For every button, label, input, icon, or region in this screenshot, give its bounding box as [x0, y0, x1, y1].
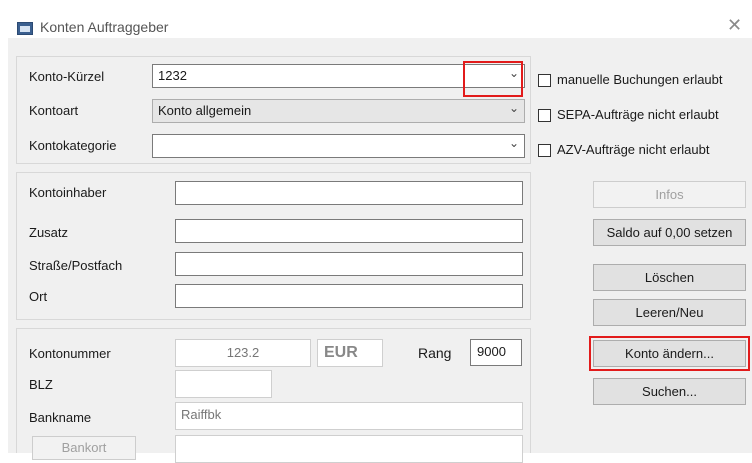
- zusatz-label: Zusatz: [29, 225, 69, 240]
- rang-value: 9000: [477, 344, 506, 359]
- strasse-input[interactable]: [175, 252, 523, 276]
- bankort-button[interactable]: Bankort: [32, 436, 136, 460]
- chevron-down-icon[interactable]: ⌄: [509, 101, 519, 115]
- bankort-input[interactable]: [175, 435, 523, 463]
- change-account-highlight: [589, 336, 750, 371]
- search-button[interactable]: Suchen...: [593, 378, 746, 405]
- clear-new-button[interactable]: Leeren/Neu: [593, 299, 746, 326]
- clear-new-button-label: Leeren/Neu: [635, 305, 704, 320]
- sepa-label: SEPA-Aufträge nicht erlaubt: [557, 107, 719, 122]
- ort-input[interactable]: [175, 284, 523, 308]
- rang-input[interactable]: 9000: [470, 339, 522, 366]
- strasse-label: Straße/Postfach: [29, 258, 123, 273]
- azv-checkbox[interactable]: [538, 144, 551, 157]
- kontoinhaber-label: Kontoinhaber: [29, 185, 107, 200]
- manual-bookings-checkbox[interactable]: [538, 74, 551, 87]
- infos-button[interactable]: Infos: [593, 181, 746, 208]
- kontoart-value: Konto allgemein: [158, 103, 252, 118]
- kontokategorie-combo[interactable]: ⌄: [152, 134, 525, 158]
- kontoart-label: Kontoart: [29, 103, 79, 118]
- kontonummer-label: Kontonummer: [29, 346, 111, 361]
- delete-button-label: Löschen: [644, 270, 695, 285]
- infos-button-label: Infos: [655, 187, 684, 202]
- saldo-reset-button-label: Saldo auf 0,00 setzen: [606, 225, 733, 240]
- konto-kuerzel-value: 1232: [158, 68, 187, 83]
- saldo-reset-button[interactable]: Saldo auf 0,00 setzen: [593, 219, 746, 246]
- manual-bookings-label: manuelle Buchungen erlaubt: [557, 72, 723, 87]
- kontoart-combo[interactable]: Konto allgemein ⌄: [152, 99, 525, 123]
- zusatz-input[interactable]: [175, 219, 523, 243]
- kontokategorie-label: Kontokategorie: [29, 138, 117, 153]
- konto-kuerzel-label: Konto-Kürzel: [29, 69, 105, 84]
- ort-label: Ort: [29, 289, 48, 304]
- kontonummer-value: 123.2: [226, 345, 260, 360]
- rang-label: Rang: [418, 345, 452, 361]
- currency-field: EUR: [317, 339, 383, 367]
- window-title: Konten Auftraggeber: [40, 19, 169, 35]
- azv-label: AZV-Aufträge nicht erlaubt: [557, 142, 710, 157]
- blz-label: BLZ: [29, 377, 53, 392]
- bankname-label: Bankname: [29, 410, 92, 425]
- kontoinhaber-input[interactable]: [175, 181, 523, 205]
- window-app-icon: [17, 22, 33, 35]
- blz-input[interactable]: [175, 370, 272, 398]
- close-icon[interactable]: ✕: [727, 15, 742, 36]
- bankname-input[interactable]: Raiffbk: [175, 402, 523, 430]
- currency-value: EUR: [324, 344, 358, 361]
- search-button-label: Suchen...: [642, 384, 697, 399]
- kontonummer-input[interactable]: 123.2: [175, 339, 311, 367]
- delete-button[interactable]: Löschen: [593, 264, 746, 291]
- dropdown-highlight: [463, 61, 523, 97]
- bankname-value: Raiffbk: [181, 407, 222, 422]
- sepa-checkbox[interactable]: [538, 109, 551, 122]
- chevron-down-icon[interactable]: ⌄: [509, 136, 519, 150]
